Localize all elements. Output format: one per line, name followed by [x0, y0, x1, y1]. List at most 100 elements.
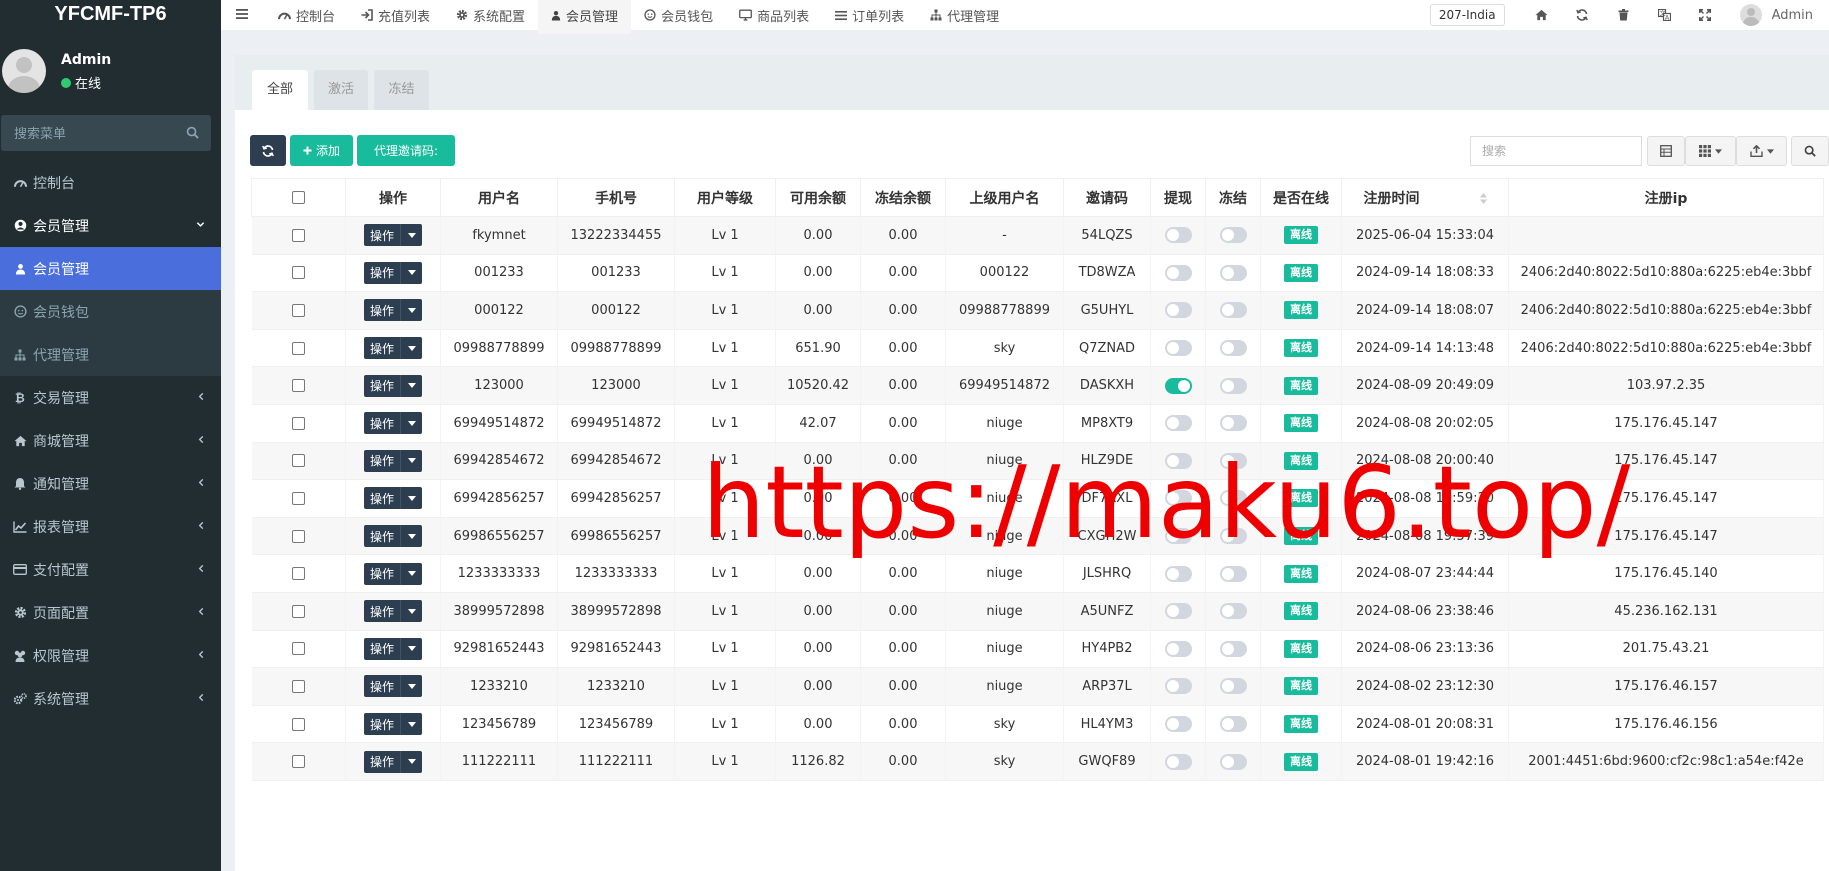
invite-code-button[interactable]: 代理邀请码: [357, 135, 455, 166]
row-checkbox[interactable] [291, 642, 305, 656]
brand-logo[interactable]: YFCMF-TP6 [0, 0, 221, 30]
row-action-button[interactable]: 操作 [363, 750, 422, 773]
column-header[interactable]: 手机号 [557, 178, 675, 217]
nav-members[interactable]: 会员管理 [538, 0, 632, 34]
sidebar-item-trade[interactable]: ₿ 交易管理 [0, 376, 221, 419]
row-checkbox[interactable] [291, 228, 305, 242]
freeze-toggle[interactable] [1219, 716, 1247, 733]
column-header[interactable]: 上级用户名 [945, 178, 1064, 217]
withdraw-toggle[interactable] [1164, 528, 1192, 545]
select-all-checkbox[interactable] [292, 191, 305, 204]
sidebar-item-notice[interactable]: 通知管理 [0, 462, 221, 505]
row-action-button[interactable]: 操作 [363, 637, 422, 660]
row-action-button[interactable]: 操作 [363, 261, 422, 284]
sidebar-item-wallet[interactable]: 会员钱包 [0, 290, 221, 333]
withdraw-toggle[interactable] [1164, 377, 1192, 394]
freeze-toggle[interactable] [1219, 340, 1247, 357]
withdraw-toggle[interactable] [1164, 227, 1192, 244]
row-action-button[interactable]: 操作 [363, 675, 422, 698]
nav-products[interactable]: 商品列表 [726, 0, 822, 34]
search-button[interactable] [1791, 136, 1829, 166]
menu-search-input[interactable] [1, 115, 181, 151]
sidebar-item-members[interactable]: 会员管理 [0, 247, 221, 290]
nav-system-config[interactable]: 系统配置 [443, 0, 538, 34]
freeze-toggle[interactable] [1219, 302, 1247, 319]
admin-avatar[interactable] [1739, 4, 1762, 26]
region-selector[interactable]: 207-India [1429, 4, 1505, 26]
row-checkbox[interactable] [291, 454, 305, 468]
withdraw-toggle[interactable] [1164, 640, 1192, 657]
column-header[interactable]: 邀请码 [1063, 178, 1151, 217]
row-action-button[interactable]: 操作 [363, 562, 422, 585]
row-checkbox[interactable] [291, 303, 305, 317]
nav-agents[interactable]: 代理管理 [917, 0, 1012, 34]
row-action-button[interactable]: 操作 [363, 487, 422, 510]
freeze-toggle[interactable] [1219, 528, 1247, 545]
nav-orders[interactable]: 订单列表 [822, 0, 917, 34]
tab-active[interactable]: 激活 [314, 70, 368, 110]
row-action-button[interactable]: 操作 [363, 374, 422, 397]
row-checkbox[interactable] [291, 266, 305, 280]
column-header[interactable]: 可用余额 [775, 178, 861, 217]
withdraw-toggle[interactable] [1164, 340, 1192, 357]
withdraw-toggle[interactable] [1164, 302, 1192, 319]
sidebar-item-payment[interactable]: 支付配置 [0, 548, 221, 591]
fullscreen-icon[interactable] [1685, 9, 1726, 21]
column-header[interactable]: 冻结余额 [860, 178, 946, 217]
row-checkbox[interactable] [291, 717, 305, 731]
column-header[interactable]: 提现 [1150, 178, 1206, 217]
refresh-button[interactable] [250, 135, 286, 166]
sidebar-item-page-config[interactable]: 页面配置 [0, 591, 221, 634]
row-action-button[interactable]: 操作 [363, 337, 422, 360]
sort-icon[interactable] [1479, 193, 1487, 204]
sidebar-item-dashboard[interactable]: 控制台 [0, 161, 221, 204]
tab-all[interactable]: 全部 [252, 70, 308, 110]
row-action-button[interactable]: 操作 [363, 299, 422, 322]
column-header[interactable]: 注册ip [1508, 178, 1824, 217]
trash-icon[interactable] [1603, 9, 1644, 21]
home-icon[interactable] [1521, 9, 1562, 21]
row-checkbox[interactable] [291, 341, 305, 355]
withdraw-toggle[interactable] [1164, 452, 1192, 469]
row-checkbox[interactable] [291, 604, 305, 618]
search-icon[interactable] [186, 126, 199, 139]
register-time-header[interactable]: 注册时间 [1341, 178, 1509, 217]
row-checkbox[interactable] [291, 379, 305, 393]
freeze-toggle[interactable] [1219, 678, 1247, 695]
withdraw-toggle[interactable] [1164, 490, 1192, 507]
toggle-view-button[interactable] [1647, 136, 1685, 166]
freeze-toggle[interactable] [1219, 753, 1247, 770]
refresh-icon[interactable] [1562, 9, 1603, 21]
tab-frozen[interactable]: 冻结 [374, 70, 429, 110]
withdraw-toggle[interactable] [1164, 678, 1192, 695]
row-action-button[interactable]: 操作 [363, 600, 422, 623]
column-header[interactable]: 用户名 [440, 178, 558, 217]
add-button[interactable]: 添加 [290, 135, 353, 166]
withdraw-toggle[interactable] [1164, 753, 1192, 770]
column-header[interactable]: 冻结 [1205, 178, 1261, 217]
row-checkbox[interactable] [291, 416, 305, 430]
sidebar-item-agents[interactable]: 代理管理 [0, 333, 221, 376]
row-action-button[interactable]: 操作 [363, 224, 422, 247]
translate-icon[interactable]: 文A [1644, 9, 1685, 21]
sidebar-item-system[interactable]: 系统管理 [0, 677, 221, 720]
export-button[interactable] [1736, 136, 1787, 166]
column-header[interactable]: 是否在线 [1260, 178, 1342, 217]
withdraw-toggle[interactable] [1164, 565, 1192, 582]
nav-dashboard[interactable]: 控制台 [265, 0, 348, 34]
freeze-toggle[interactable] [1219, 415, 1247, 432]
sidebar-item-shop[interactable]: 商城管理 [0, 419, 221, 462]
row-checkbox[interactable] [291, 755, 305, 769]
sidebar-item-member-group[interactable]: 会员管理 [0, 204, 221, 247]
row-action-button[interactable]: 操作 [363, 412, 422, 435]
freeze-toggle[interactable] [1219, 565, 1247, 582]
freeze-toggle[interactable] [1219, 227, 1247, 244]
freeze-toggle[interactable] [1219, 640, 1247, 657]
withdraw-toggle[interactable] [1164, 264, 1192, 281]
sidebar-item-report[interactable]: 报表管理 [0, 505, 221, 548]
row-checkbox[interactable] [291, 679, 305, 693]
row-action-button[interactable]: 操作 [363, 525, 422, 548]
table-search-input[interactable] [1470, 136, 1642, 166]
admin-name[interactable]: Admin [1772, 8, 1813, 23]
row-action-button[interactable]: 操作 [363, 449, 422, 472]
